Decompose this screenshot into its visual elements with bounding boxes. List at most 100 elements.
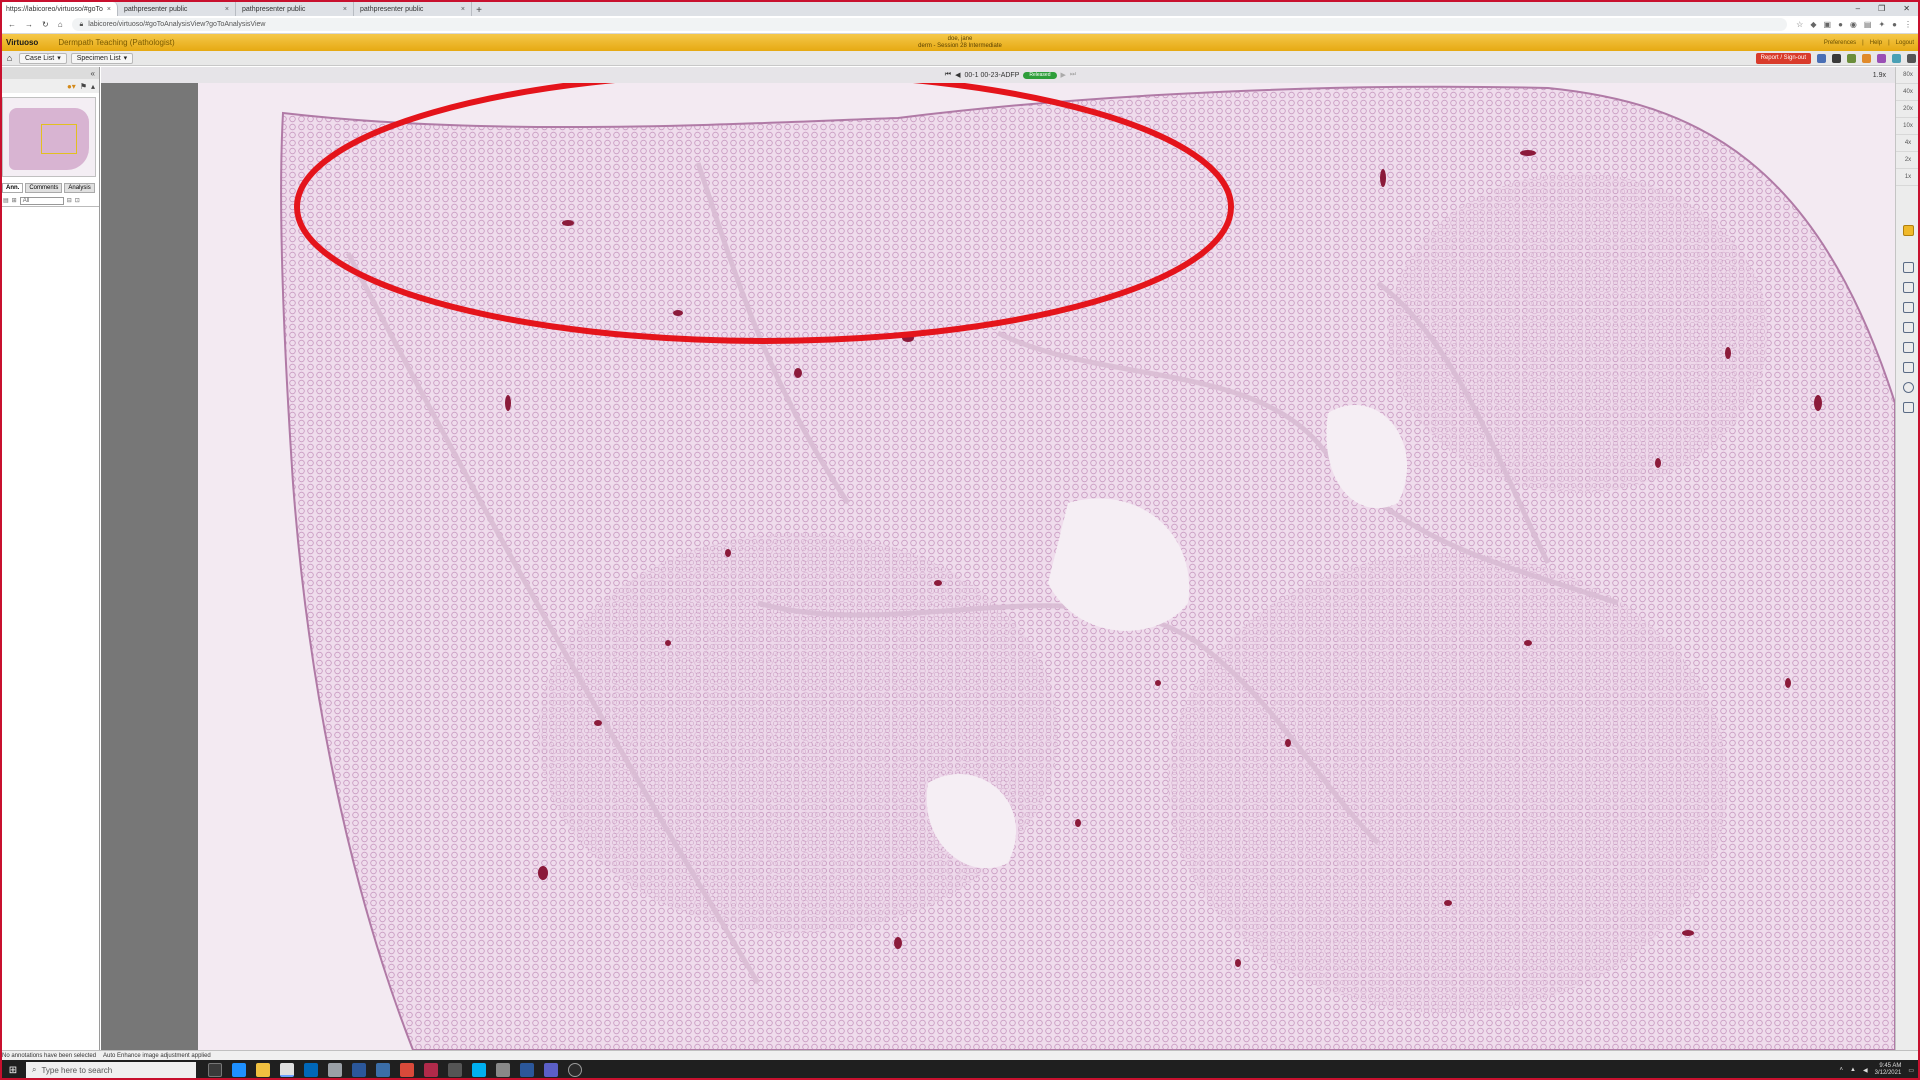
network-icon[interactable]: ▲ (1850, 1067, 1856, 1073)
app-icon[interactable] (400, 1063, 414, 1077)
info-icon[interactable] (1817, 53, 1826, 63)
slide-viewer[interactable] (198, 83, 1895, 1050)
layout-icon[interactable] (1877, 53, 1886, 63)
back-icon[interactable]: ← (8, 20, 16, 29)
rectangle-tool-icon[interactable] (1902, 262, 1914, 273)
url-field[interactable]: 🔒︎ labicoreo/virtuoso/#goToAnalysisView?… (71, 18, 1788, 31)
close-icon[interactable]: × (107, 6, 111, 13)
layers-tool-icon[interactable] (1902, 322, 1914, 333)
help-link[interactable]: Help (1870, 40, 1882, 46)
forward-icon[interactable]: → (25, 20, 33, 29)
extension-icon[interactable]: ◉ (1850, 20, 1857, 29)
outlook-icon[interactable] (304, 1063, 318, 1077)
filter-select[interactable]: All (19, 196, 64, 205)
minimize-icon[interactable]: – (1856, 4, 1860, 13)
magnification-40x[interactable]: 40x (1896, 84, 1920, 101)
magnification-1x[interactable]: 1x (1896, 169, 1920, 186)
collapse-up-icon[interactable]: ▴ (91, 82, 95, 91)
task-view-icon[interactable] (208, 1063, 222, 1077)
profile-icon[interactable]: ● (1892, 20, 1897, 29)
app-icon[interactable] (568, 1063, 582, 1077)
magnification-2x[interactable]: 2x (1896, 152, 1920, 169)
home-icon[interactable]: ⌂ (4, 53, 15, 64)
magnification-20x[interactable]: 20x (1896, 101, 1920, 118)
last-slide-icon[interactable]: ⏭ (1070, 71, 1076, 79)
pen-tool-icon[interactable] (1902, 362, 1914, 373)
preferences-link[interactable]: Preferences (1824, 40, 1856, 46)
grid-icon[interactable] (1892, 53, 1901, 63)
extension-icon[interactable]: ▤ (1864, 20, 1872, 29)
collapse-icon[interactable]: « (91, 69, 95, 78)
file-explorer-icon[interactable] (256, 1063, 270, 1077)
magnification-10x[interactable]: 10x (1896, 118, 1920, 135)
tab-comments[interactable]: Comments (25, 183, 63, 193)
tray-chevron-icon[interactable]: ˄ (1840, 1067, 1844, 1073)
browser-tab-3[interactable]: pathpresenter public × (236, 2, 354, 16)
close-icon[interactable]: × (225, 6, 229, 13)
close-window-icon[interactable]: ✕ (1903, 4, 1910, 13)
case-list-button[interactable]: Case List ▾ (19, 52, 67, 64)
app-icon[interactable] (424, 1063, 438, 1077)
plus-icon[interactable]: + (472, 5, 486, 16)
magnification-4x[interactable]: 4x (1896, 135, 1920, 152)
logout-link[interactable]: Logout (1896, 40, 1914, 46)
app-icon[interactable] (496, 1063, 510, 1077)
teams-icon[interactable] (544, 1063, 558, 1077)
zoom-tool-icon[interactable] (1902, 282, 1914, 293)
browser-tab-1[interactable]: https://labicoreo/virtuoso/#goTo × (0, 2, 118, 16)
volume-icon[interactable]: ◀ (1863, 1067, 1868, 1074)
edit-icon[interactable] (1832, 53, 1841, 63)
viewport-indicator[interactable] (41, 124, 77, 154)
specimen-list-button[interactable]: Specimen List ▾ (70, 52, 134, 64)
filter-icon[interactable]: ⊡ (75, 197, 80, 204)
clock[interactable]: 9:45 AM 3/12/2021 (1875, 1063, 1902, 1077)
app-icon[interactable] (376, 1063, 390, 1077)
zoom-readout: 1.9x (1872, 71, 1886, 79)
hand-tool-icon[interactable] (1902, 225, 1914, 236)
ruler-tool-icon[interactable] (1902, 342, 1914, 353)
close-icon[interactable]: × (461, 6, 465, 13)
menu-dots-icon[interactable]: ⋮ (1904, 20, 1912, 29)
tissue-image[interactable] (198, 83, 1895, 1050)
tab-annotations[interactable]: Ann. (2, 183, 24, 193)
snapshot-tool-icon[interactable] (1902, 302, 1914, 313)
report-signout-button[interactable]: Report / Sign-out (1755, 52, 1811, 64)
app-icon[interactable] (352, 1063, 366, 1077)
extension-icon[interactable]: ▣ (1824, 20, 1832, 29)
filter-icon[interactable]: ▤ (3, 197, 9, 204)
next-slide-icon[interactable]: ▶ (1061, 71, 1066, 79)
ellipse-tool-icon[interactable] (1902, 382, 1914, 393)
app-icon[interactable] (328, 1063, 342, 1077)
close-icon[interactable]: × (343, 6, 347, 13)
flag-icon[interactable] (1862, 53, 1871, 63)
reload-icon[interactable]: ↻ (42, 20, 49, 29)
maximize-icon[interactable]: ❐ (1878, 4, 1885, 13)
puzzle-icon[interactable]: ✦ (1878, 20, 1885, 29)
tab-analysis[interactable]: Analysis (64, 183, 95, 193)
extension-icon[interactable]: ● (1838, 20, 1843, 29)
settings-icon[interactable] (1847, 53, 1856, 63)
star-icon[interactable]: ☆ (1796, 20, 1803, 29)
taskbar-search[interactable]: ⌕ Type here to search (26, 1062, 196, 1078)
save-tool-icon[interactable] (1902, 402, 1914, 413)
magnification-80x[interactable]: 80x (1896, 67, 1920, 84)
prev-slide-icon[interactable]: ◀ (955, 71, 960, 79)
chrome-icon[interactable] (280, 1063, 294, 1077)
first-slide-icon[interactable]: ⏮ (945, 71, 951, 79)
browser-tab-2[interactable]: pathpresenter public × (118, 2, 236, 16)
filter-icon[interactable]: ⊟ (67, 197, 72, 204)
flag-icon[interactable]: ⚑ (80, 82, 87, 91)
slide-thumbnail[interactable] (2, 97, 96, 177)
skype-icon[interactable] (472, 1063, 486, 1077)
word-icon[interactable] (520, 1063, 534, 1077)
search-icon[interactable] (1907, 53, 1916, 63)
annotation-tool-icon[interactable]: ●▾ (67, 82, 76, 91)
notifications-icon[interactable]: ▭ (1908, 1067, 1914, 1074)
app-icon[interactable] (448, 1063, 462, 1077)
home-icon[interactable]: ⌂ (58, 20, 63, 29)
edge-icon[interactable] (232, 1063, 246, 1077)
windows-start-icon[interactable]: ⊞ (0, 1065, 26, 1076)
extension-icon[interactable]: ◆ (1810, 20, 1816, 29)
filter-icon[interactable]: ⊞ (12, 197, 17, 204)
browser-tab-4[interactable]: pathpresenter public × (354, 2, 472, 16)
